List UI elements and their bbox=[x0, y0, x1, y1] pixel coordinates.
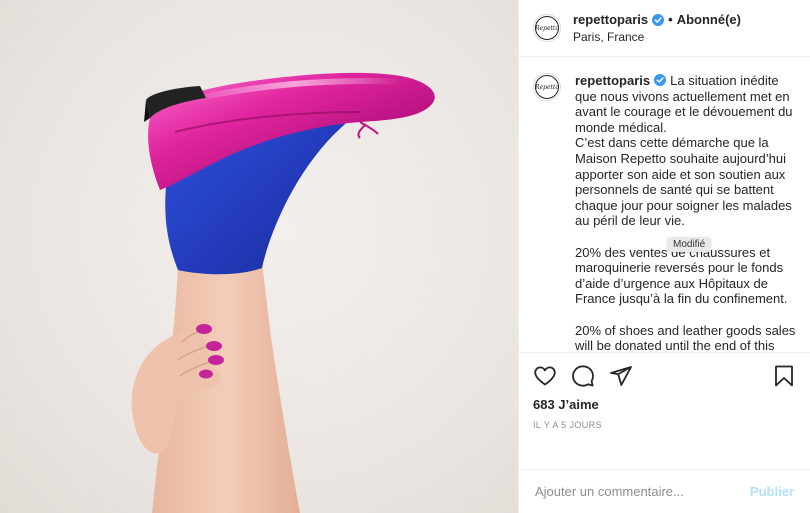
location-link[interactable]: Paris, France bbox=[573, 30, 741, 44]
comment-icon bbox=[572, 365, 594, 387]
share-button[interactable] bbox=[609, 364, 633, 388]
comment-input[interactable] bbox=[535, 484, 750, 499]
caption-avatar-logo: Repetto bbox=[535, 75, 559, 99]
avatar[interactable]: Repetto bbox=[533, 14, 561, 42]
comment-button[interactable] bbox=[571, 364, 595, 388]
caption-paragraph-1: repettoparis La situation inédite que nou… bbox=[575, 73, 796, 229]
verified-badge-icon bbox=[652, 13, 665, 26]
caption-username[interactable]: repettoparis bbox=[575, 73, 650, 88]
header-text: repettoparis • Abonné(e) Paris, France bbox=[573, 12, 741, 44]
bookmark-icon bbox=[775, 365, 793, 387]
instagram-post: Repetto repettoparis • Abonné(e) Paris, … bbox=[0, 0, 810, 513]
share-icon bbox=[610, 366, 632, 386]
verified-badge-icon bbox=[654, 74, 667, 86]
heart-icon bbox=[534, 366, 556, 386]
post-photo-illustration bbox=[131, 72, 435, 513]
header-line: repettoparis • Abonné(e) bbox=[573, 12, 741, 27]
add-comment-bar: Publier bbox=[519, 469, 810, 513]
follow-status-button[interactable]: Abonné(e) bbox=[677, 12, 741, 27]
caption-text-1: La situation inédite que nous vivons act… bbox=[575, 73, 793, 229]
post-timestamp[interactable]: IL Y A 5 JOURS bbox=[533, 420, 796, 430]
header-username[interactable]: repettoparis bbox=[573, 12, 648, 27]
publish-button[interactable]: Publier bbox=[750, 484, 794, 499]
header-separator: • bbox=[668, 12, 673, 27]
caption-body: repettoparis La situation inédite que nou… bbox=[575, 73, 796, 352]
post-side-panel: Repetto repettoparis • Abonné(e) Paris, … bbox=[518, 0, 810, 513]
caption-paragraph-3: 20% of shoes and leather goods sales wil… bbox=[575, 322, 796, 353]
caption: Repetto repettoparis La situation inédite… bbox=[533, 73, 796, 352]
action-icons bbox=[533, 361, 796, 391]
post-actions: 683 J’aime IL Y A 5 JOURS bbox=[519, 352, 810, 469]
likes-count[interactable]: 683 J’aime bbox=[533, 397, 796, 412]
post-header: Repetto repettoparis • Abonné(e) Paris, … bbox=[519, 0, 810, 57]
like-button[interactable] bbox=[533, 364, 557, 388]
caption-avatar-logo-text: Repetto bbox=[535, 83, 559, 91]
comments-area[interactable]: Repetto repettoparis La situation inédite… bbox=[519, 57, 810, 352]
edited-tooltip: Modifié bbox=[667, 237, 712, 252]
avatar-logo: Repetto bbox=[535, 16, 559, 40]
avatar-logo-text: Repetto bbox=[535, 24, 559, 32]
caption-paragraph-2: 20% des ventes de chaussures et maroquin… bbox=[575, 244, 788, 307]
post-image[interactable] bbox=[0, 0, 518, 513]
save-button[interactable] bbox=[772, 364, 796, 388]
caption-avatar[interactable]: Repetto bbox=[533, 73, 561, 101]
